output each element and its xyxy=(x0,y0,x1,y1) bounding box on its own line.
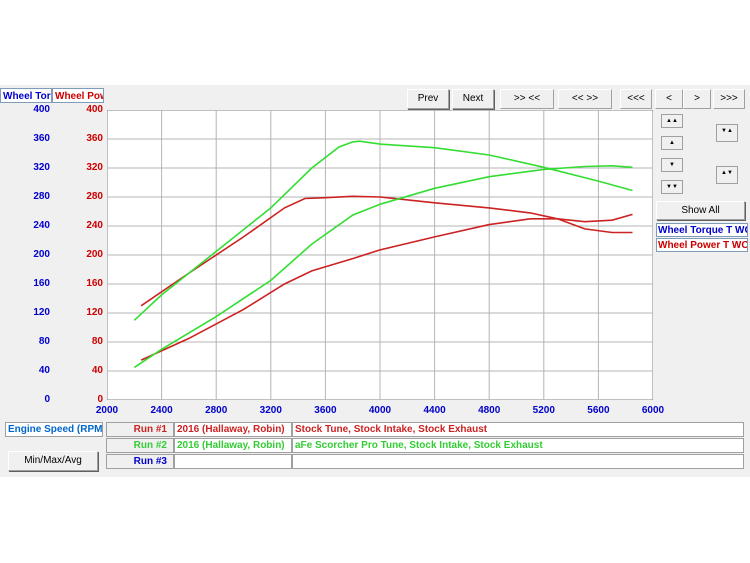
right-y-tick: 80 xyxy=(91,336,103,347)
zoom-in-button[interactable]: >> << xyxy=(500,89,554,109)
left-axis-title: Wheel Torc xyxy=(0,88,52,103)
right-y-tick: 360 xyxy=(86,133,103,144)
right-y-tick: 280 xyxy=(86,191,103,202)
scroll-up-fast-button[interactable]: ▲▲ xyxy=(661,114,683,128)
right-y-tick: 160 xyxy=(86,278,103,289)
zoom-vertical-out-button[interactable]: ▲▼ xyxy=(716,166,738,184)
right-y-tick: 400 xyxy=(86,104,103,115)
left-y-tick: 280 xyxy=(33,191,50,202)
right-axis-title: Wheel Pow xyxy=(52,88,104,103)
forward-button[interactable]: > xyxy=(683,89,711,109)
x-tick: 4800 xyxy=(478,405,501,416)
x-tick: 4400 xyxy=(423,405,446,416)
scroll-up-button[interactable]: ▲ xyxy=(661,136,683,150)
right-y-tick: 240 xyxy=(86,220,103,231)
left-y-tick: 0 xyxy=(44,394,50,405)
next-button[interactable]: Next xyxy=(452,89,494,109)
x-tick: 3200 xyxy=(259,405,282,416)
x-tick: 2000 xyxy=(95,405,119,416)
x-axis-label: Engine Speed (RPM) xyxy=(5,422,103,437)
right-y-tick: 0 xyxy=(97,394,103,405)
scroll-down-button[interactable]: ▼ xyxy=(661,158,683,172)
left-y-tick: 160 xyxy=(33,278,50,289)
run3-vehicle xyxy=(174,454,292,469)
run3-label: Run #3 xyxy=(106,454,174,469)
minmax-avg-button[interactable]: Min/Max/Avg xyxy=(8,451,98,471)
scroll-down-fast-button[interactable]: ▼▼ xyxy=(661,180,683,194)
x-tick: 4000 xyxy=(368,405,392,416)
left-y-tick: 400 xyxy=(33,104,50,115)
left-y-tick: 80 xyxy=(38,336,50,347)
prev-button[interactable]: Prev xyxy=(407,89,449,109)
run2-description: aFe Scorcher Pro Tune, Stock Intake, Sto… xyxy=(292,438,744,453)
back-button[interactable]: < xyxy=(655,89,683,109)
run2-label: Run #2 xyxy=(106,438,174,453)
x-tick: 2800 xyxy=(205,405,228,416)
dyno-chart xyxy=(107,110,653,400)
run1-description: Stock Tune, Stock Intake, Stock Exhaust xyxy=(292,422,744,437)
left-y-tick: 320 xyxy=(33,162,50,173)
x-tick: 5600 xyxy=(587,405,610,416)
last-button[interactable]: >>> xyxy=(713,89,745,109)
run1-vehicle: 2016 (Hallaway, Robin) xyxy=(174,422,292,437)
left-y-tick: 360 xyxy=(33,133,50,144)
zoom-out-button[interactable]: << >> xyxy=(558,89,612,109)
right-y-tick: 120 xyxy=(86,307,103,318)
show-all-button[interactable]: Show All xyxy=(656,201,745,220)
run1-label: Run #1 xyxy=(106,422,174,437)
zoom-vertical-in-button[interactable]: ▼▲ xyxy=(716,124,738,142)
left-y-tick: 240 xyxy=(33,220,50,231)
left-y-tick: 40 xyxy=(38,365,50,376)
right-y-tick: 320 xyxy=(86,162,103,173)
right-y-tick: 200 xyxy=(86,249,103,260)
first-button[interactable]: <<< xyxy=(620,89,652,109)
left-y-tick: 120 xyxy=(33,307,50,318)
x-tick: 3600 xyxy=(314,405,337,416)
x-tick: 2400 xyxy=(150,405,173,416)
x-tick: 5200 xyxy=(532,405,555,416)
run2-vehicle: 2016 (Hallaway, Robin) xyxy=(174,438,292,453)
run3-description xyxy=(292,454,744,469)
legend-power[interactable]: Wheel Power T WC ( xyxy=(656,238,748,252)
right-y-tick: 40 xyxy=(91,365,103,376)
left-y-tick: 200 xyxy=(33,249,50,260)
legend-torque[interactable]: Wheel Torque T WC xyxy=(656,223,748,237)
x-tick: 6000 xyxy=(641,405,665,416)
